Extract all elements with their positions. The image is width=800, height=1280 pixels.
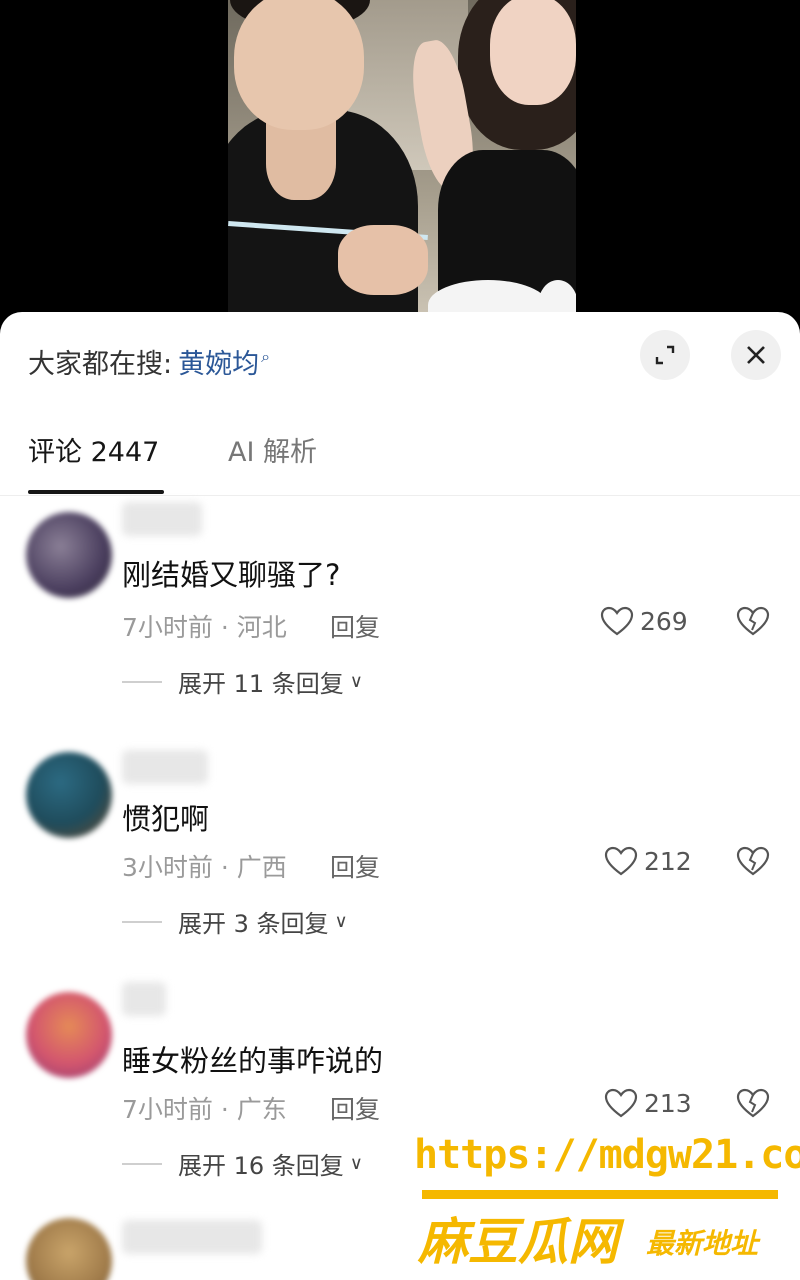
watermark-divider: [422, 1190, 778, 1199]
close-icon: [747, 346, 765, 364]
heart-icon: [604, 846, 638, 876]
dislike-button[interactable]: [736, 606, 770, 640]
username[interactable]: [122, 750, 208, 784]
username[interactable]: [122, 1220, 262, 1254]
search-icon: ⌕: [261, 346, 271, 366]
dislike-button[interactable]: [736, 846, 770, 880]
comment-tabs: 评论 2447 AI 解析: [0, 430, 800, 496]
avatar[interactable]: [26, 992, 112, 1078]
watermark-url: https://mdgw21.com: [414, 1132, 800, 1178]
video-player[interactable]: [0, 0, 800, 330]
expand-replies[interactable]: 展开 3 条回复 ∨: [122, 904, 348, 939]
comment-text: 睡女粉丝的事咋说的: [122, 1044, 384, 1078]
expand-replies[interactable]: 展开 16 条回复 ∨: [122, 1146, 363, 1181]
watermark-title: 麻豆瓜网: [418, 1213, 618, 1271]
video-frame: [228, 0, 576, 330]
watermark-subtitle: 最新地址: [646, 1227, 759, 1260]
comment-item: 刚结婚又聊骚了? 7小时前 · 河北 回复 269 展开 11 条回复 ∨: [0, 502, 800, 732]
dislike-button[interactable]: [736, 1088, 770, 1122]
heart-icon: [604, 1088, 638, 1118]
comment-text: 刚结婚又聊骚了?: [122, 558, 341, 592]
comment-meta: 3小时前 · 广西: [122, 853, 287, 882]
chevron-down-icon: ∨: [334, 911, 348, 932]
tab-ai-analysis[interactable]: AI 解析: [228, 430, 317, 469]
heart-icon: [600, 606, 634, 636]
avatar[interactable]: [26, 512, 112, 598]
expand-icon: [655, 345, 675, 365]
active-tab-indicator: [28, 490, 164, 494]
trending-search-prefix: 大家都在搜:: [28, 349, 173, 380]
expand-replies-label: 展开 11 条回复: [178, 670, 344, 698]
username[interactable]: [122, 982, 166, 1016]
broken-heart-icon: [736, 846, 770, 876]
comment-meta: 7小时前 · 广东: [122, 1095, 287, 1124]
expand-replies[interactable]: 展开 11 条回复 ∨: [122, 664, 363, 699]
comment-meta: 7小时前 · 河北: [122, 613, 287, 642]
like-count: 212: [644, 846, 692, 876]
chevron-down-icon: ∨: [349, 671, 363, 692]
comment-item: 惯犯啊 3小时前 · 广西 回复 212 展开 3 条回复 ∨: [0, 742, 800, 972]
chevron-down-icon: ∨: [349, 1153, 363, 1174]
broken-heart-icon: [736, 606, 770, 636]
reply-button[interactable]: 回复: [330, 608, 380, 644]
trending-search[interactable]: 大家都在搜: 黄婉均 ⌕: [28, 342, 270, 381]
reply-button[interactable]: 回复: [330, 848, 380, 884]
expand-replies-label: 展开 3 条回复: [178, 910, 329, 938]
broken-heart-icon: [736, 1088, 770, 1118]
like-count: 213: [644, 1088, 692, 1118]
avatar[interactable]: [26, 1218, 112, 1280]
comment-text: 惯犯啊: [122, 802, 210, 836]
expand-button[interactable]: [640, 330, 690, 380]
trending-search-keyword[interactable]: 黄婉均: [178, 342, 259, 381]
tab-comments[interactable]: 评论 2447: [28, 430, 159, 469]
reply-button[interactable]: 回复: [330, 1090, 380, 1126]
expand-replies-label: 展开 16 条回复: [178, 1152, 344, 1180]
avatar[interactable]: [26, 752, 112, 838]
like-count: 269: [640, 606, 688, 636]
like-button[interactable]: 269: [600, 606, 688, 636]
like-button[interactable]: 212: [604, 846, 692, 876]
like-button[interactable]: 213: [604, 1088, 692, 1118]
username[interactable]: [122, 502, 202, 536]
close-button[interactable]: [731, 330, 781, 380]
